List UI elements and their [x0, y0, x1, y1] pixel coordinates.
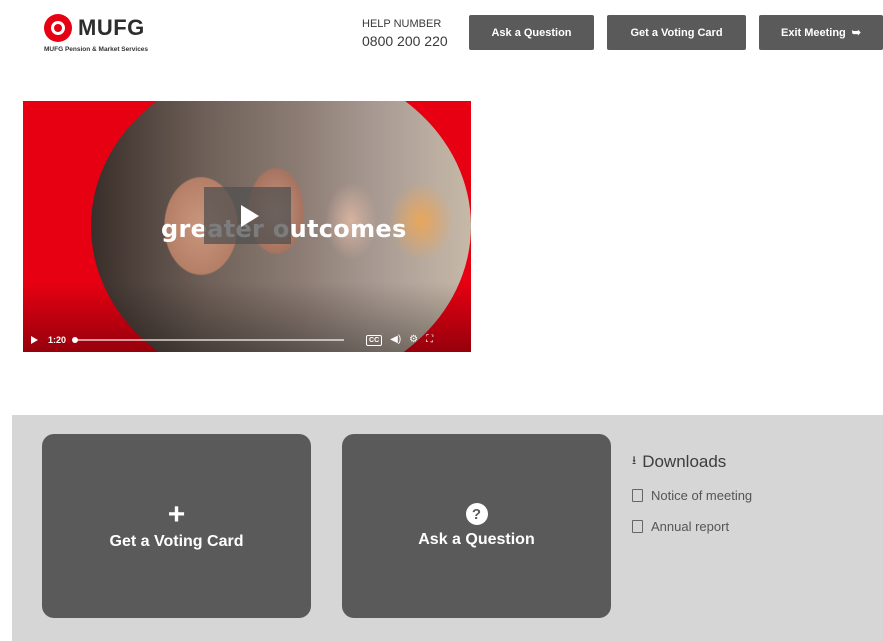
- exit-meeting-label: Exit Meeting: [780, 26, 846, 39]
- voting-card-tile-label: Get a Voting Card: [109, 533, 244, 550]
- header-ask-question-label: Ask a Question: [491, 26, 572, 39]
- download-icon: ⭳: [632, 453, 637, 467]
- video-player[interactable]: greater outcomes 1:20 CC ◀) ⚙ ⛶: [23, 101, 471, 352]
- video-progress-handle[interactable]: [72, 337, 79, 343]
- mufg-logo[interactable]: MUFG MUFG Pension & Market Services: [44, 14, 174, 58]
- logo-subtitle: MUFG Pension & Market Services: [44, 46, 149, 53]
- ask-question-tile-label: Ask a Question: [418, 531, 535, 548]
- downloads-heading: ⭳ Downloads: [632, 451, 752, 472]
- logo-text: MUFG: [78, 15, 145, 40]
- video-progress-bar[interactable]: [72, 337, 345, 343]
- downloads-section: ⭳ Downloads Notice of meeting Annual rep…: [632, 451, 752, 534]
- video-controls: 1:20 CC ◀) ⚙ ⛶: [23, 328, 471, 352]
- pdf-file-icon: [632, 520, 643, 533]
- actions-panel: + Get a Voting Card ? Ask a Question ⭳ D…: [12, 415, 883, 641]
- fullscreen-icon[interactable]: ⛶: [426, 335, 433, 345]
- header-voting-card-button[interactable]: Get a Voting Card: [607, 15, 746, 50]
- header-ask-question-button[interactable]: Ask a Question: [469, 15, 594, 50]
- download-link-notice-of-meeting[interactable]: Notice of meeting: [632, 488, 752, 503]
- volume-icon[interactable]: ◀): [390, 335, 401, 345]
- voting-card-tile[interactable]: + Get a Voting Card: [42, 434, 311, 618]
- plus-icon: +: [167, 498, 186, 531]
- exit-meeting-button[interactable]: Exit Meeting ➥: [759, 15, 883, 50]
- download-link-label: Annual report: [651, 519, 730, 534]
- settings-gear-icon[interactable]: ⚙: [409, 335, 418, 345]
- closed-captions-icon[interactable]: CC: [366, 334, 383, 346]
- help-label: HELP NUMBER: [362, 18, 442, 30]
- meeting-page: MUFG MUFG Pension & Market Services HELP…: [0, 0, 883, 641]
- question-circle-icon: ?: [465, 503, 488, 525]
- mufg-logo-mark-icon: [44, 14, 72, 42]
- downloads-heading-text: Downloads: [642, 451, 727, 471]
- help-phone-number: 0800 200 220: [362, 33, 448, 49]
- download-link-annual-report[interactable]: Annual report: [632, 519, 752, 534]
- play-icon: [240, 204, 259, 227]
- video-time: 1:20: [48, 335, 67, 345]
- exit-icon: ➥: [851, 27, 861, 39]
- help-number-block: HELP NUMBER 0800 200 220: [362, 18, 448, 49]
- pdf-file-icon: [632, 489, 643, 502]
- header-voting-card-label: Get a Voting Card: [630, 26, 723, 39]
- ask-question-tile[interactable]: ? Ask a Question: [342, 434, 611, 618]
- download-link-label: Notice of meeting: [651, 488, 753, 503]
- video-play-button[interactable]: [204, 187, 291, 244]
- control-play-icon[interactable]: [31, 336, 38, 344]
